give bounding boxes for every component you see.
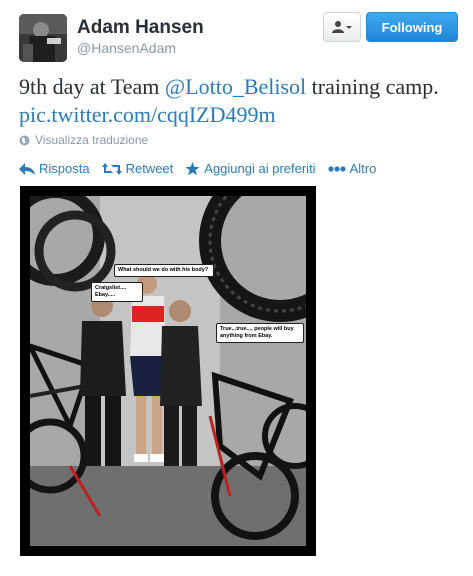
more-dots-icon	[327, 165, 346, 172]
user-name[interactable]: Adam Hansen	[77, 17, 204, 39]
favorite-label: Aggiungi ai preferiti	[204, 161, 316, 176]
retweet-icon	[101, 162, 122, 175]
reply-icon	[19, 162, 35, 175]
tweet-text-after: training camp.	[306, 74, 439, 99]
favorite-button[interactable]: Aggiungi ai preferiti	[185, 161, 316, 176]
retweet-button[interactable]: Retweet	[101, 161, 174, 176]
speech-bubble-top: What should we do with his body?	[114, 264, 214, 277]
user-chevron-icon	[332, 21, 352, 33]
translate-link[interactable]: Visualizza traduzione	[19, 133, 148, 147]
star-icon	[185, 161, 200, 175]
speech-bubble-left: Craigslist.... Ebay.....	[91, 282, 143, 302]
speech-bubble-right: True...true.... people will buy anything…	[216, 323, 304, 343]
reply-button[interactable]: Risposta	[19, 161, 90, 176]
translate-label: Visualizza traduzione	[35, 133, 149, 147]
tweet-text: 9th day at Team @Lotto_Belisol training …	[19, 73, 459, 129]
tweet-card: Adam Hansen @HansenAdam Following 9th da…	[0, 0, 473, 576]
more-label: Altro	[349, 161, 377, 176]
avatar[interactable]	[19, 14, 67, 62]
globe-icon	[19, 135, 30, 145]
user-actions-dropdown[interactable]	[323, 12, 361, 42]
retweet-label: Retweet	[125, 161, 174, 176]
avatar-photo	[19, 14, 67, 62]
following-button[interactable]: Following	[366, 12, 458, 42]
photo-scene: What should we do with his body? Craigsl…	[30, 196, 306, 546]
pic-link[interactable]: pic.twitter.com/cqqIZD499m	[19, 102, 276, 127]
tweet-photo[interactable]: What should we do with his body? Craigsl…	[20, 186, 316, 556]
user-handle[interactable]: @HansenAdam	[77, 40, 176, 56]
reply-label: Risposta	[39, 161, 90, 176]
photo-illustration	[30, 196, 306, 546]
more-button[interactable]: Altro	[327, 161, 377, 176]
mention-link[interactable]: @Lotto_Belisol	[165, 74, 306, 99]
tweet-text-before: 9th day at Team	[19, 74, 165, 99]
tweet-actions: Risposta Retweet Aggiungi ai preferiti A…	[19, 161, 388, 176]
